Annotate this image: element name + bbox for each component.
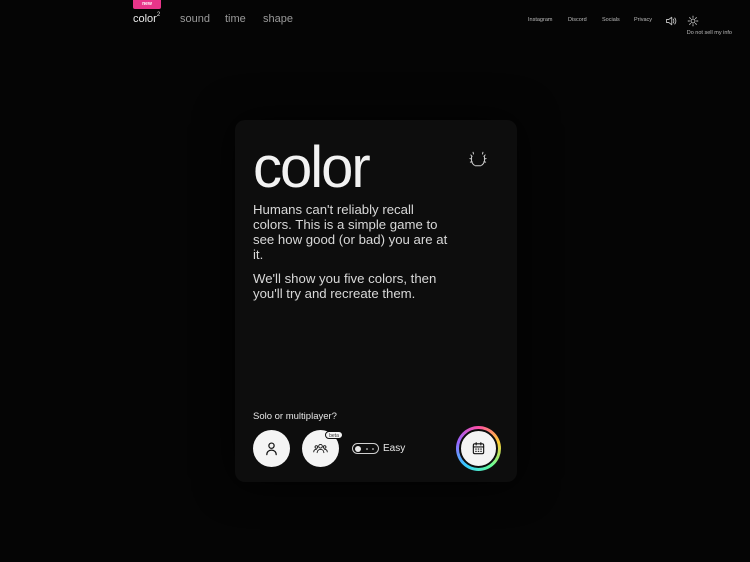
nav-sound[interactable]: sound: [180, 13, 210, 25]
game-card: color Humans can't reliably recall color…: [235, 120, 517, 482]
toggle-knob: [355, 445, 361, 452]
game-instructions: We'll show you five colors, then you'll …: [253, 271, 437, 301]
link-instagram[interactable]: Instagram: [528, 17, 552, 23]
difficulty-label: Easy: [383, 443, 406, 454]
difficulty-toggle[interactable]: [352, 443, 379, 454]
mode-label: Solo or multiplayer?: [253, 411, 337, 422]
laurel-icon[interactable]: [469, 150, 487, 168]
game-description: Humans can't reliably recall colors. Thi…: [253, 202, 448, 262]
users-icon: [313, 443, 328, 454]
link-socials[interactable]: Socials: [602, 17, 620, 23]
link-privacy[interactable]: Privacy: [634, 17, 652, 23]
nav-color-label: color: [133, 13, 157, 25]
new-badge: new: [133, 0, 161, 9]
user-icon: [266, 442, 277, 456]
calendar-icon: [472, 442, 485, 455]
sun-icon[interactable]: [687, 15, 699, 27]
toggle-dot: [366, 448, 368, 450]
toggle-dot: [372, 448, 374, 450]
daily-challenge-inner: [459, 429, 498, 468]
link-do-not-sell[interactable]: Do not sell my info: [687, 30, 732, 36]
page: new color2 sound time shape Instagram Di…: [0, 0, 750, 562]
secondary-nav: Instagram Discord Socials Privacy: [528, 15, 736, 29]
solo-button[interactable]: [253, 430, 290, 467]
game-title: color: [253, 135, 371, 200]
nav-color-sup: 2: [156, 12, 161, 18]
volume-icon[interactable]: [665, 15, 677, 27]
daily-challenge-button[interactable]: [456, 426, 501, 471]
nav-color[interactable]: color2: [133, 12, 161, 25]
nav-shape[interactable]: shape: [263, 13, 293, 25]
link-discord[interactable]: Discord: [568, 17, 587, 23]
nav-time[interactable]: time: [225, 13, 246, 25]
beta-badge: beta: [325, 431, 343, 439]
